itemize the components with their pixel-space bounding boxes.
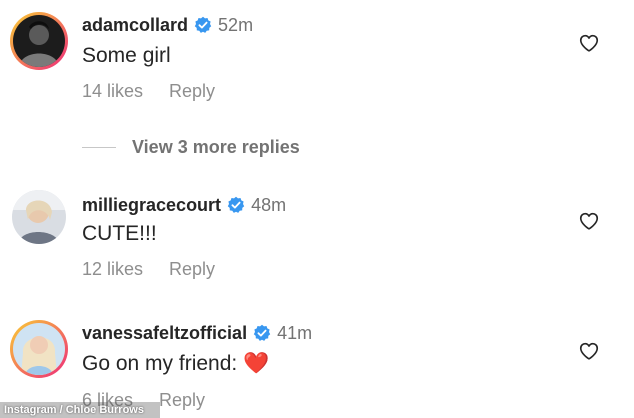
- verified-badge-icon: [253, 324, 271, 342]
- replies-divider: [82, 146, 116, 148]
- username[interactable]: vanessafeltzofficial: [82, 323, 247, 344]
- comment-text: Go on my friend: ❤️: [82, 352, 269, 376]
- reply-button[interactable]: Reply: [169, 259, 215, 280]
- comment-header: milliegracecourt 48m: [82, 192, 286, 218]
- comment-header: vanessafeltzofficial 41m: [82, 320, 312, 346]
- photo-credit-overlay: Instagram / Chloe Burrows: [0, 400, 634, 418]
- comment-meta: 12 likes Reply: [82, 259, 215, 280]
- reply-button[interactable]: Reply: [169, 81, 215, 102]
- like-heart-icon[interactable]: [578, 340, 600, 362]
- comment-header: adamcollard 52m: [82, 12, 253, 38]
- view-more-replies-button[interactable]: View 3 more replies: [82, 134, 300, 160]
- verified-badge-icon: [227, 196, 245, 214]
- story-ring[interactable]: [10, 320, 68, 378]
- username[interactable]: adamcollard: [82, 15, 188, 36]
- comment-text: Some girl: [82, 44, 171, 67]
- story-ring[interactable]: [10, 12, 68, 70]
- comment-time: 41m: [277, 322, 313, 343]
- comment-text: CUTE!!!: [82, 222, 157, 245]
- comment-time: 48m: [251, 194, 287, 215]
- avatar[interactable]: [12, 190, 66, 244]
- avatar[interactable]: [13, 323, 65, 375]
- like-heart-icon[interactable]: [578, 32, 600, 54]
- likes-count[interactable]: 14 likes: [82, 81, 143, 102]
- view-replies-label: View 3 more replies: [132, 136, 300, 157]
- comment-meta: 14 likes Reply: [82, 81, 215, 102]
- photo-credit: Instagram / Chloe Burrows: [4, 404, 144, 416]
- comment-item: milliegracecourt 48m CUTE!!! 12 likes Re…: [0, 186, 634, 306]
- username[interactable]: milliegracecourt: [82, 195, 221, 216]
- comments-screen: adamcollard 52m Some girl 14 likes Reply…: [0, 0, 634, 418]
- likes-count[interactable]: 12 likes: [82, 259, 143, 280]
- avatar[interactable]: [13, 15, 65, 67]
- comment-item: adamcollard 52m Some girl 14 likes Reply: [0, 0, 634, 120]
- like-heart-icon[interactable]: [578, 210, 600, 232]
- red-heart-emoji: ❤️: [243, 352, 270, 375]
- verified-badge-icon: [194, 16, 212, 34]
- comment-text-body: Go on my friend:: [82, 352, 244, 375]
- comment-time: 52m: [218, 14, 254, 35]
